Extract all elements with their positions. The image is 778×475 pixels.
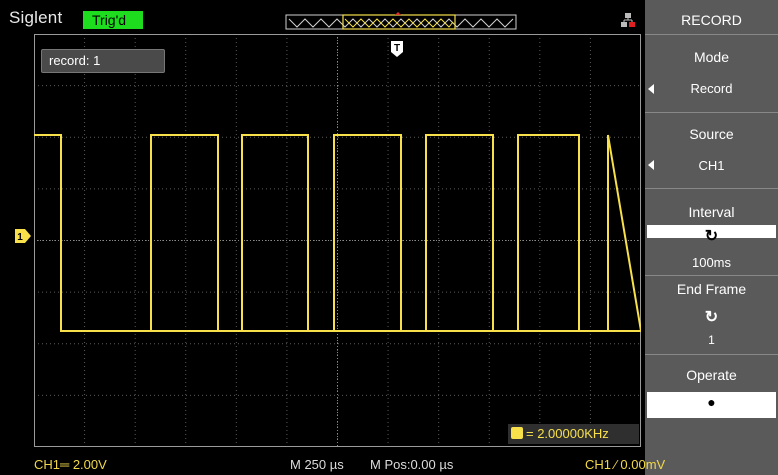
mode-label: Mode [693,49,730,65]
trigger-marker-label: T [394,43,400,54]
source-value: CH1 [698,158,725,173]
end-frame-label: End Frame [676,281,747,297]
trigger-icon [511,427,523,439]
operate-value: ● [707,394,716,410]
waveform-graticule [34,34,641,447]
end-frame-value: 1 [708,333,715,347]
mode-value: Record [690,81,733,96]
record-frame-indicator: record: 1 [41,49,165,73]
source-label: Source [689,126,734,142]
ch1-marker-label: 1 [17,232,23,243]
ch1-scale-readout: CH1═ 2.00V [34,457,107,472]
record-menu-panel: RECORD Mode Record Source CH1 Interval ↻… [645,0,778,475]
interval-value: 100ms [691,255,732,270]
menu-divider [645,188,778,189]
trigger-status-badge: Trig'd [83,11,143,29]
operate-label: Operate [686,367,737,383]
frequency-value: = 2.00000KHz [526,426,609,441]
trigger-level-readout: CH1 ⁄ 0.00mV [585,457,666,472]
mpos-readout: M Pos:0.00 µs [370,457,454,472]
frequency-counter: = 2.00000KHz [508,424,639,444]
memory-depth-strip [285,12,517,30]
ch1-ground-marker[interactable]: 1 [14,228,32,244]
interval-label: Interval [688,204,735,220]
menu-divider [645,275,778,276]
menu-divider [645,34,778,35]
menu-divider [645,354,778,355]
trigger-position-marker[interactable]: T [390,40,404,58]
brand-label: Siglent [9,8,63,27]
knob-icon: ↻ [704,309,719,326]
menu-divider [645,112,778,113]
menu-title: RECORD [681,12,742,28]
network-icon [621,13,635,27]
timebase-readout: M 250 µs [290,457,344,472]
knob-icon: ↻ [704,228,719,245]
